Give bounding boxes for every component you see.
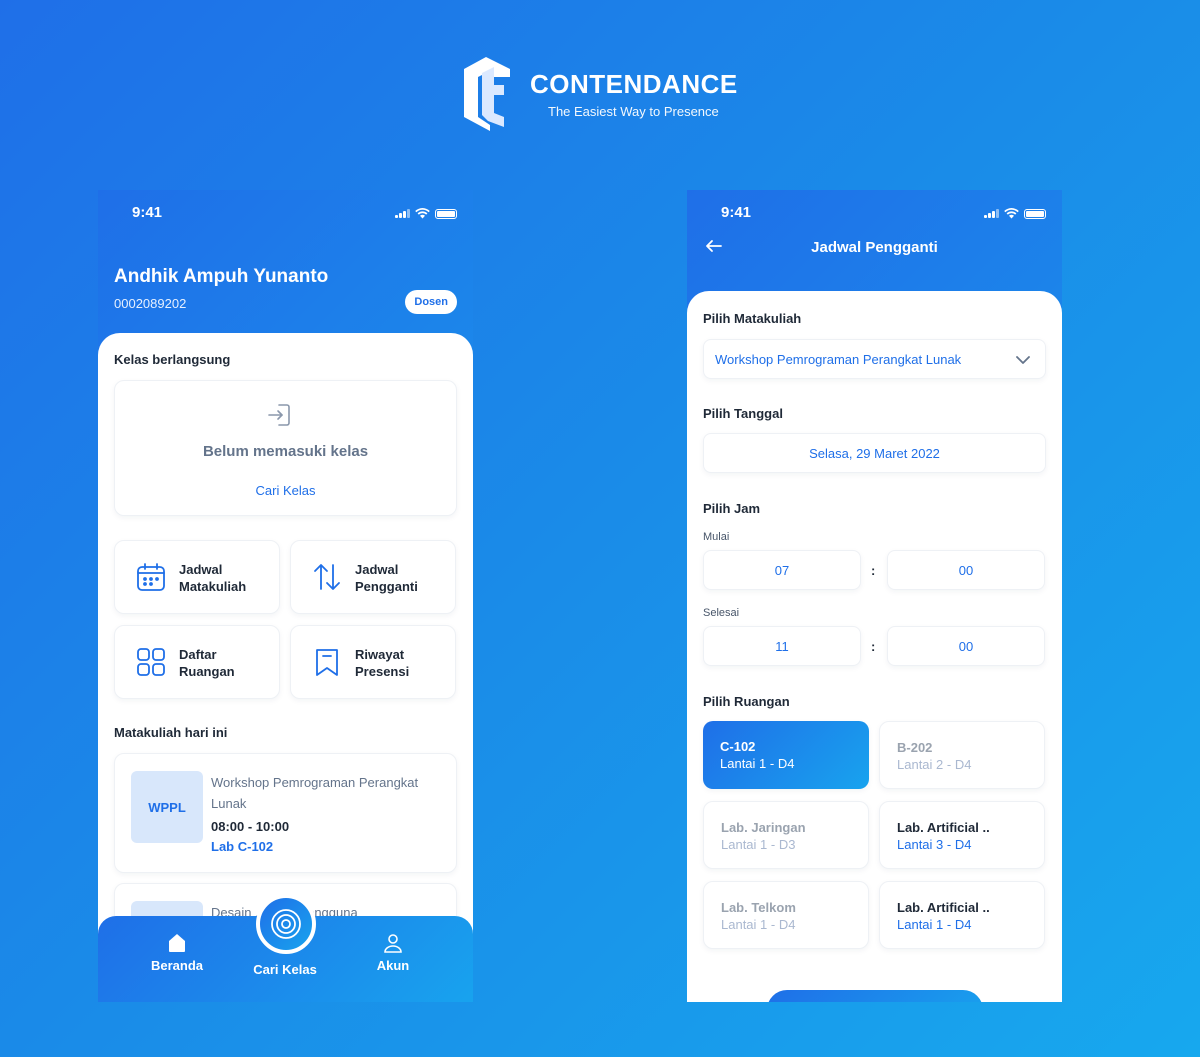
- wifi-icon: [1004, 208, 1019, 219]
- today-courses-title: Matakuliah hari ini: [114, 725, 228, 740]
- status-bar: 9:41: [98, 204, 473, 224]
- course-name: Workshop Pemrograman Perangkat Lunak: [211, 775, 419, 811]
- start-minute-input[interactable]: 00: [887, 550, 1045, 590]
- wifi-icon: [415, 208, 430, 219]
- swap-arrows-icon: [314, 564, 340, 590]
- end-time-label: Selesai: [703, 607, 740, 619]
- status-time: 9:41: [132, 204, 163, 221]
- profile-name: Andhik Ampuh Yunanto: [114, 266, 329, 287]
- brand-name: CONTENDANCE: [530, 69, 738, 99]
- submit-button[interactable]: [767, 990, 983, 1002]
- cellular-signal-icon: [984, 209, 999, 218]
- brand-tagline: The Easiest Way to Presence: [548, 104, 719, 119]
- room-name: B-202: [897, 740, 933, 755]
- course-select-label: Pilih Matakuliah: [703, 311, 802, 326]
- room-name: Lab. Telkom: [721, 900, 796, 915]
- menu-history-label: Riwayat Presensi: [355, 647, 410, 679]
- course-code-thumb: WPPL: [131, 771, 203, 843]
- room-name: C-102: [720, 739, 756, 754]
- start-minute-value: 00: [958, 562, 974, 578]
- no-class-text: Belum memasuki kelas: [202, 443, 369, 460]
- grid-icon: [137, 648, 165, 676]
- role-badge: Dosen: [405, 290, 457, 314]
- start-time-label: Mulai: [703, 531, 730, 543]
- home-icon: [169, 934, 185, 952]
- battery-icon: [435, 208, 457, 219]
- bottom-nav: Beranda Cari Kelas Akun: [98, 894, 473, 1002]
- course-time: 08:00 - 10:00: [211, 819, 290, 834]
- menu-schedule[interactable]: Jadwal Matakuliah: [114, 540, 280, 614]
- time-separator: :: [871, 563, 876, 578]
- room-floor: Lantai 1 - D4: [897, 917, 972, 932]
- enter-class-icon: [268, 404, 290, 426]
- bookmark-icon: [316, 649, 338, 676]
- current-class-card: Belum memasuki kelas Cari Kelas: [114, 380, 457, 516]
- room-option[interactable]: Lab. Jaringan Lantai 1 - D3: [703, 801, 869, 869]
- substitute-form-sheet: Pilih Matakuliah Workshop Pemrograman Pe…: [687, 291, 1062, 1002]
- menu-schedule-label: Jadwal Matakuliah: [179, 562, 247, 594]
- room-option[interactable]: C-102 Lantai 1 - D4: [703, 721, 869, 789]
- room-option[interactable]: Lab. Telkom Lantai 1 - D4: [703, 881, 869, 949]
- current-class-title: Kelas berlangsung: [114, 352, 231, 367]
- room-name: Lab. Jaringan: [721, 820, 806, 835]
- status-time: 9:41: [721, 204, 752, 221]
- room-option[interactable]: B-202 Lantai 2 - D4: [879, 721, 1045, 789]
- room-floor: Lantai 1 - D3: [721, 837, 796, 852]
- time-separator: :: [871, 639, 876, 654]
- battery-icon: [1024, 208, 1046, 219]
- cellular-signal-icon: [395, 209, 410, 218]
- menu-rooms[interactable]: Daftar Ruangan: [114, 625, 280, 699]
- room-floor: Lantai 1 - D4: [721, 917, 796, 932]
- find-class-link[interactable]: Cari Kelas: [115, 483, 456, 498]
- substitute-schedule-screen: 9:41 Jadwal Pengganti Pilih Matakuliah W…: [687, 190, 1062, 1002]
- menu-rooms-label: Daftar Ruangan: [179, 647, 235, 679]
- nav-find-class-label: Cari Kelas: [253, 962, 317, 977]
- room-option[interactable]: Lab. Artificial .. Lantai 3 - D4: [879, 801, 1045, 869]
- menu-substitute[interactable]: Jadwal Pengganti: [290, 540, 456, 614]
- course-card[interactable]: WPPL Workshop Pemrograman Perangkat Luna…: [114, 753, 457, 873]
- course-room: Lab C-102: [211, 839, 274, 854]
- nav-home-label: Beranda: [150, 958, 204, 973]
- room-option[interactable]: Lab. Artificial .. Lantai 1 - D4: [879, 881, 1045, 949]
- time-label: Pilih Jam: [703, 501, 761, 516]
- user-icon: [384, 934, 402, 953]
- end-hour-value: 11: [775, 638, 789, 654]
- start-hour-input[interactable]: 07: [703, 550, 861, 590]
- date-label: Pilih Tanggal: [703, 406, 783, 421]
- nav-account[interactable]: Akun: [348, 932, 438, 973]
- nav-find-class[interactable]: Cari Kelas: [240, 960, 330, 977]
- end-minute-input[interactable]: 00: [887, 626, 1045, 666]
- course-select-value: Workshop Pemrograman Perangkat Lunak: [715, 351, 962, 367]
- nav-account-label: Akun: [376, 958, 410, 973]
- end-hour-input[interactable]: 11: [703, 626, 861, 666]
- menu-history[interactable]: Riwayat Presensi: [290, 625, 456, 699]
- nav-home[interactable]: Beranda: [132, 932, 222, 973]
- room-label: Pilih Ruangan: [703, 694, 790, 709]
- date-picker[interactable]: Selasa, 29 Maret 2022: [703, 433, 1046, 473]
- date-value: Selasa, 29 Maret 2022: [809, 445, 940, 461]
- status-bar: 9:41: [687, 204, 1062, 224]
- radar-icon: [271, 909, 301, 939]
- screen-title: Jadwal Pengganti: [811, 239, 938, 256]
- room-floor: Lantai 3 - D4: [897, 837, 972, 852]
- room-floor: Lantai 2 - D4: [897, 757, 972, 772]
- room-name: Lab. Artificial ..: [897, 900, 990, 915]
- home-screen: 9:41 Andhik Ampuh Yunanto 0002089202 Dos…: [98, 190, 473, 1002]
- find-class-button[interactable]: [256, 894, 316, 954]
- end-minute-value: 00: [958, 638, 974, 654]
- chevron-down-icon: [1016, 356, 1030, 364]
- menu-substitute-label: Jadwal Pengganti: [355, 562, 418, 594]
- contendance-logo-icon: [464, 57, 510, 131]
- calendar-icon: [137, 563, 165, 591]
- brand: CONTENDANCE The Easiest Way to Presence: [460, 55, 738, 133]
- start-hour-value: 07: [774, 562, 790, 578]
- room-name: Lab. Artificial ..: [897, 820, 990, 835]
- profile-id: 0002089202: [114, 296, 187, 311]
- course-select[interactable]: Workshop Pemrograman Perangkat Lunak: [703, 339, 1046, 379]
- room-floor: Lantai 1 - D4: [720, 756, 795, 771]
